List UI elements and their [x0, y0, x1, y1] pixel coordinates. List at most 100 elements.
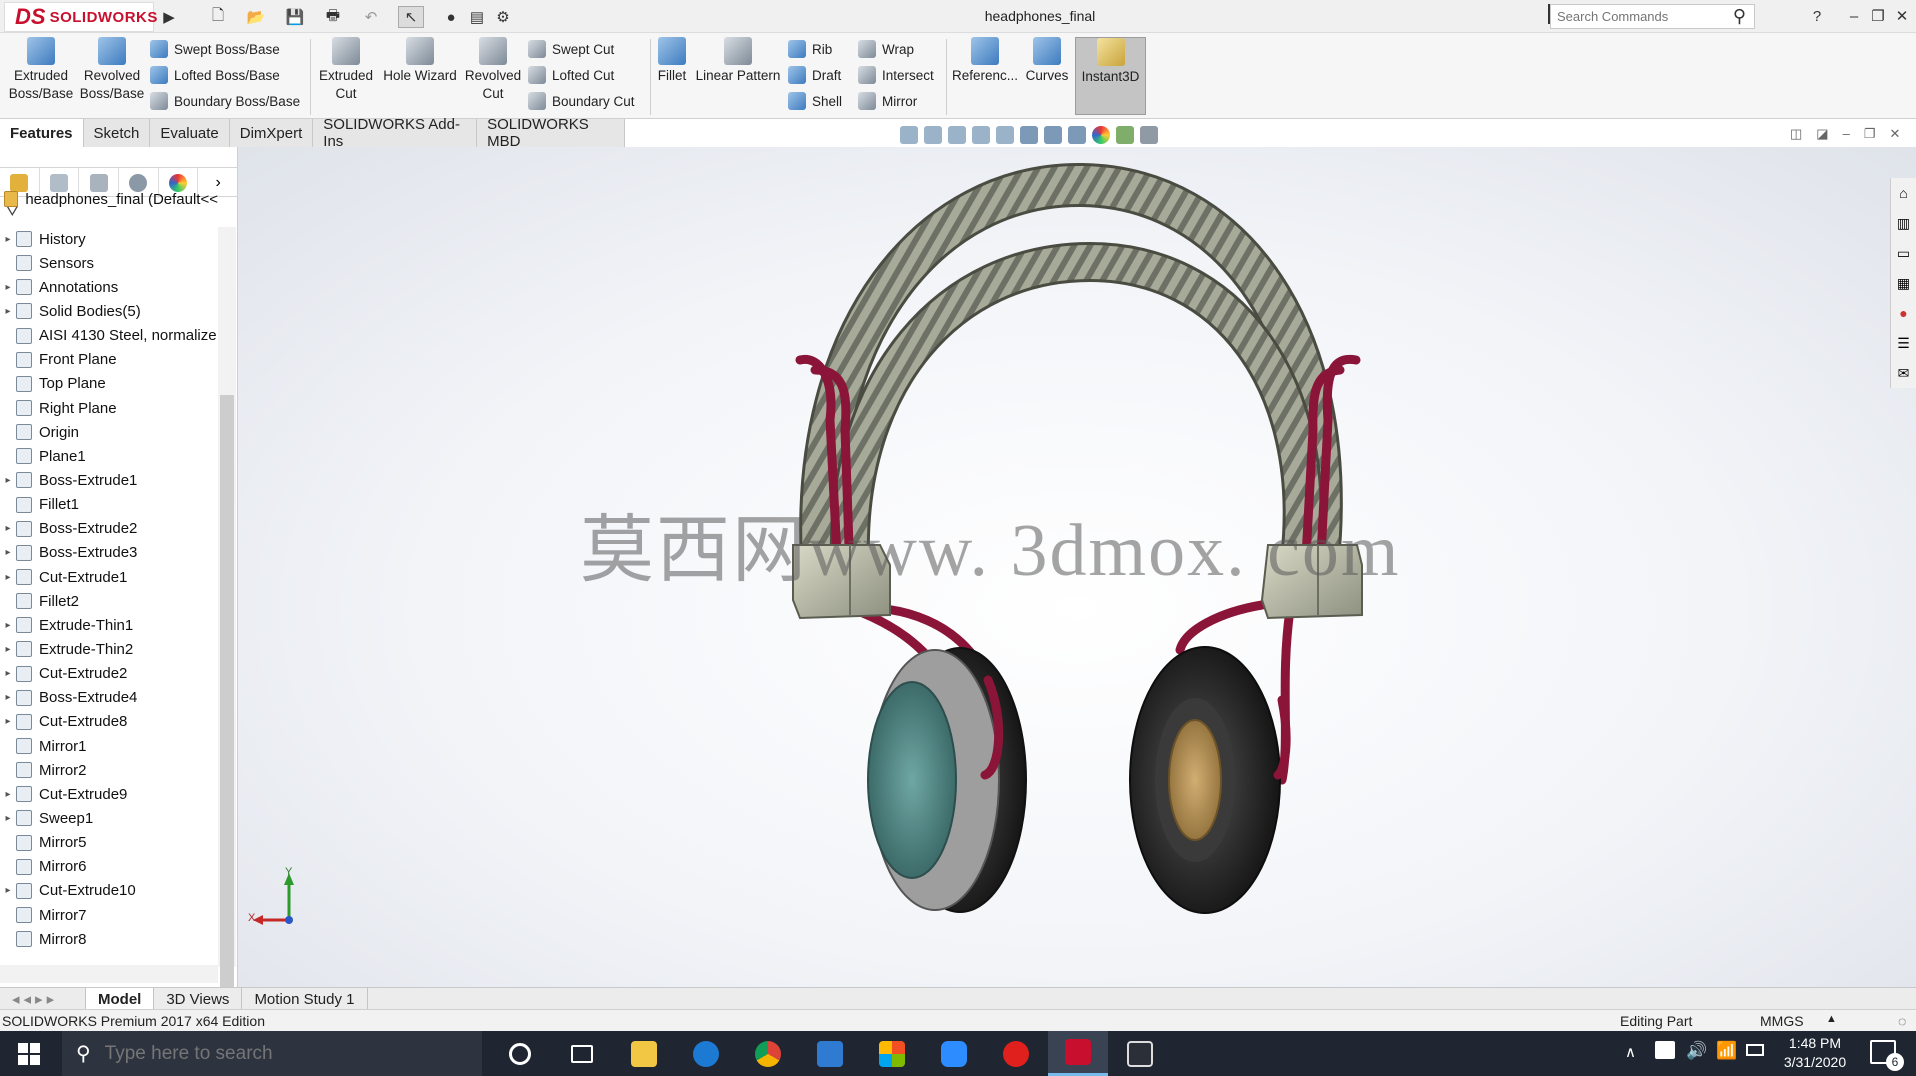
- tree-item[interactable]: ▸ Cut-Extrude8: [0, 710, 218, 734]
- boundary-boss-base-button[interactable]: Boundary Boss/Base: [150, 89, 300, 113]
- expand-arrow-icon[interactable]: ▸: [0, 282, 16, 293]
- tree-item[interactable]: ▸ Cut-Extrude9: [0, 782, 218, 806]
- tree-item[interactable]: AISI 4130 Steel, normalize: [0, 324, 218, 348]
- battery-icon[interactable]: [1746, 1044, 1764, 1056]
- expand-arrow-icon[interactable]: ▸: [0, 716, 16, 727]
- task-view-icon[interactable]: [552, 1031, 612, 1076]
- tree-scroll-thumb[interactable]: [220, 395, 234, 995]
- search-commands-box[interactable]: ⚲: [1550, 4, 1755, 29]
- autocad-taskbar-icon[interactable]: [1110, 1031, 1170, 1076]
- tree-item[interactable]: ▸ Cut-Extrude2: [0, 662, 218, 686]
- mail-icon[interactable]: [800, 1031, 860, 1076]
- fillet-button[interactable]: Fillet: [652, 37, 692, 85]
- display-style-icon[interactable]: [1044, 126, 1062, 144]
- expand-arrow-icon[interactable]: ▸: [0, 572, 16, 583]
- show-hidden-icons-icon[interactable]: ∧: [1625, 1043, 1636, 1061]
- taskbar-search-input[interactable]: [104, 1042, 405, 1065]
- zoom-to-fit-icon[interactable]: [900, 126, 918, 144]
- tree-item[interactable]: ▸ Boss-Extrude3: [0, 541, 218, 565]
- file-properties-icon[interactable]: ▤: [464, 6, 490, 28]
- shell-button[interactable]: Shell: [788, 89, 842, 113]
- dynamic-annotation-icon[interactable]: [996, 126, 1014, 144]
- restore-window-button[interactable]: ❐: [1866, 5, 1890, 27]
- open-icon[interactable]: 📂: [243, 6, 269, 28]
- apply-scene-icon[interactable]: [1116, 126, 1134, 144]
- edge-browser-icon[interactable]: [676, 1031, 736, 1076]
- rib-button[interactable]: Rib: [788, 37, 832, 61]
- save-icon[interactable]: 💾: [282, 6, 308, 28]
- tab-3d-views[interactable]: 3D Views: [154, 988, 243, 1010]
- revolved-boss-base-button[interactable]: Revolved Boss/Base: [76, 37, 148, 103]
- tree-item[interactable]: ▸ Cut-Extrude10: [0, 879, 218, 903]
- expand-arrow-icon[interactable]: ▸: [0, 668, 16, 679]
- zoom-app-icon[interactable]: [924, 1031, 984, 1076]
- swept-cut-button[interactable]: Swept Cut: [528, 37, 614, 61]
- expand-arrow-icon[interactable]: ▸: [0, 692, 16, 703]
- tree-item[interactable]: ▸ History: [0, 227, 218, 251]
- tree-item[interactable]: ▸ Extrude-Thin2: [0, 637, 218, 661]
- viewport-close-icon[interactable]: ✕: [1889, 126, 1900, 142]
- keyboard-input-icon[interactable]: [1655, 1041, 1675, 1059]
- tree-item[interactable]: ▸ Solid Bodies(5): [0, 299, 218, 323]
- mirror-button[interactable]: Mirror: [858, 89, 917, 113]
- expand-arrow-icon[interactable]: ▸: [0, 234, 16, 245]
- lofted-boss-base-button[interactable]: Lofted Boss/Base: [150, 63, 280, 87]
- hole-wizard-button[interactable]: Hole Wizard: [380, 37, 460, 85]
- unit-system-selector[interactable]: MMGS: [1760, 1013, 1804, 1029]
- status-tooltip-icon[interactable]: ◌: [1898, 1013, 1906, 1029]
- taskbar-search-box[interactable]: ⚲: [62, 1031, 482, 1076]
- tab-model[interactable]: Model: [86, 988, 155, 1010]
- tree-item[interactable]: Mirror7: [0, 903, 218, 927]
- tree-item[interactable]: Sensors: [0, 251, 218, 275]
- view-settings-icon[interactable]: [1140, 126, 1158, 144]
- edit-appearance-icon[interactable]: [1092, 126, 1110, 144]
- undo-icon[interactable]: ↶: [358, 6, 384, 28]
- swept-boss-base-button[interactable]: Swept Boss/Base: [150, 37, 280, 61]
- volume-icon[interactable]: 🔊: [1686, 1041, 1707, 1061]
- options-gear-icon[interactable]: ⚙: [490, 6, 516, 28]
- search-icon[interactable]: ⚲: [1733, 6, 1746, 27]
- tree-item[interactable]: Top Plane: [0, 372, 218, 396]
- tree-root[interactable]: headphones_final (Default<<: [0, 187, 218, 211]
- expand-arrow-icon[interactable]: ▸: [0, 644, 16, 655]
- curves-button[interactable]: Curves: [1022, 37, 1072, 85]
- media-player-icon[interactable]: [986, 1031, 1046, 1076]
- single-view-icon[interactable]: ◪: [1816, 126, 1828, 142]
- linear-pattern-button[interactable]: Linear Pattern: [694, 37, 782, 85]
- draft-button[interactable]: Draft: [788, 63, 841, 87]
- lofted-cut-button[interactable]: Lofted Cut: [528, 63, 614, 87]
- rebuild-icon[interactable]: ●: [438, 6, 464, 28]
- wrap-button[interactable]: Wrap: [858, 37, 914, 61]
- chrome-browser-icon[interactable]: [738, 1031, 798, 1076]
- tree-item[interactable]: Plane1: [0, 444, 218, 468]
- search-commands-input[interactable]: [1551, 9, 1711, 24]
- expand-arrow-icon[interactable]: ▸: [0, 306, 16, 317]
- file-explorer-taskbar-icon[interactable]: [614, 1031, 674, 1076]
- expand-arrow-icon[interactable]: ▸: [0, 620, 16, 631]
- tab-scroll-arrows[interactable]: ◂◂▸▸: [0, 988, 86, 1010]
- tree-item[interactable]: Mirror8: [0, 927, 218, 951]
- previous-view-icon[interactable]: [948, 126, 966, 144]
- viewport-restore-icon[interactable]: ❐: [1864, 126, 1876, 142]
- microsoft-store-icon[interactable]: [862, 1031, 922, 1076]
- expand-arrow-icon[interactable]: ▸: [0, 885, 16, 896]
- extruded-cut-button[interactable]: Extruded Cut: [314, 37, 378, 103]
- boundary-cut-button[interactable]: Boundary Cut: [528, 89, 635, 113]
- new-document-icon[interactable]: 🗋: [205, 6, 231, 28]
- viewport-minimize-icon[interactable]: –: [1843, 126, 1850, 142]
- expand-arrow-icon[interactable]: ▸: [0, 813, 16, 824]
- tab-motion-study-1[interactable]: Motion Study 1: [242, 988, 368, 1010]
- taskbar-clock[interactable]: 1:48 PM 3/31/2020: [1772, 1034, 1858, 1072]
- cortana-icon[interactable]: [490, 1031, 550, 1076]
- tree-item[interactable]: Mirror5: [0, 831, 218, 855]
- tree-item[interactable]: ▸ Sweep1: [0, 806, 218, 830]
- tree-item[interactable]: Fillet2: [0, 589, 218, 613]
- tree-item[interactable]: Mirror6: [0, 855, 218, 879]
- tree-item[interactable]: Fillet1: [0, 493, 218, 517]
- tab-dimxpert[interactable]: DimXpert: [229, 119, 314, 147]
- tree-item[interactable]: Front Plane: [0, 348, 218, 372]
- tree-item[interactable]: ▸ Boss-Extrude4: [0, 686, 218, 710]
- print-icon[interactable]: 🖶: [320, 6, 346, 28]
- tab-evaluate[interactable]: Evaluate: [150, 119, 230, 147]
- instant3d-button[interactable]: Instant3D: [1075, 37, 1146, 115]
